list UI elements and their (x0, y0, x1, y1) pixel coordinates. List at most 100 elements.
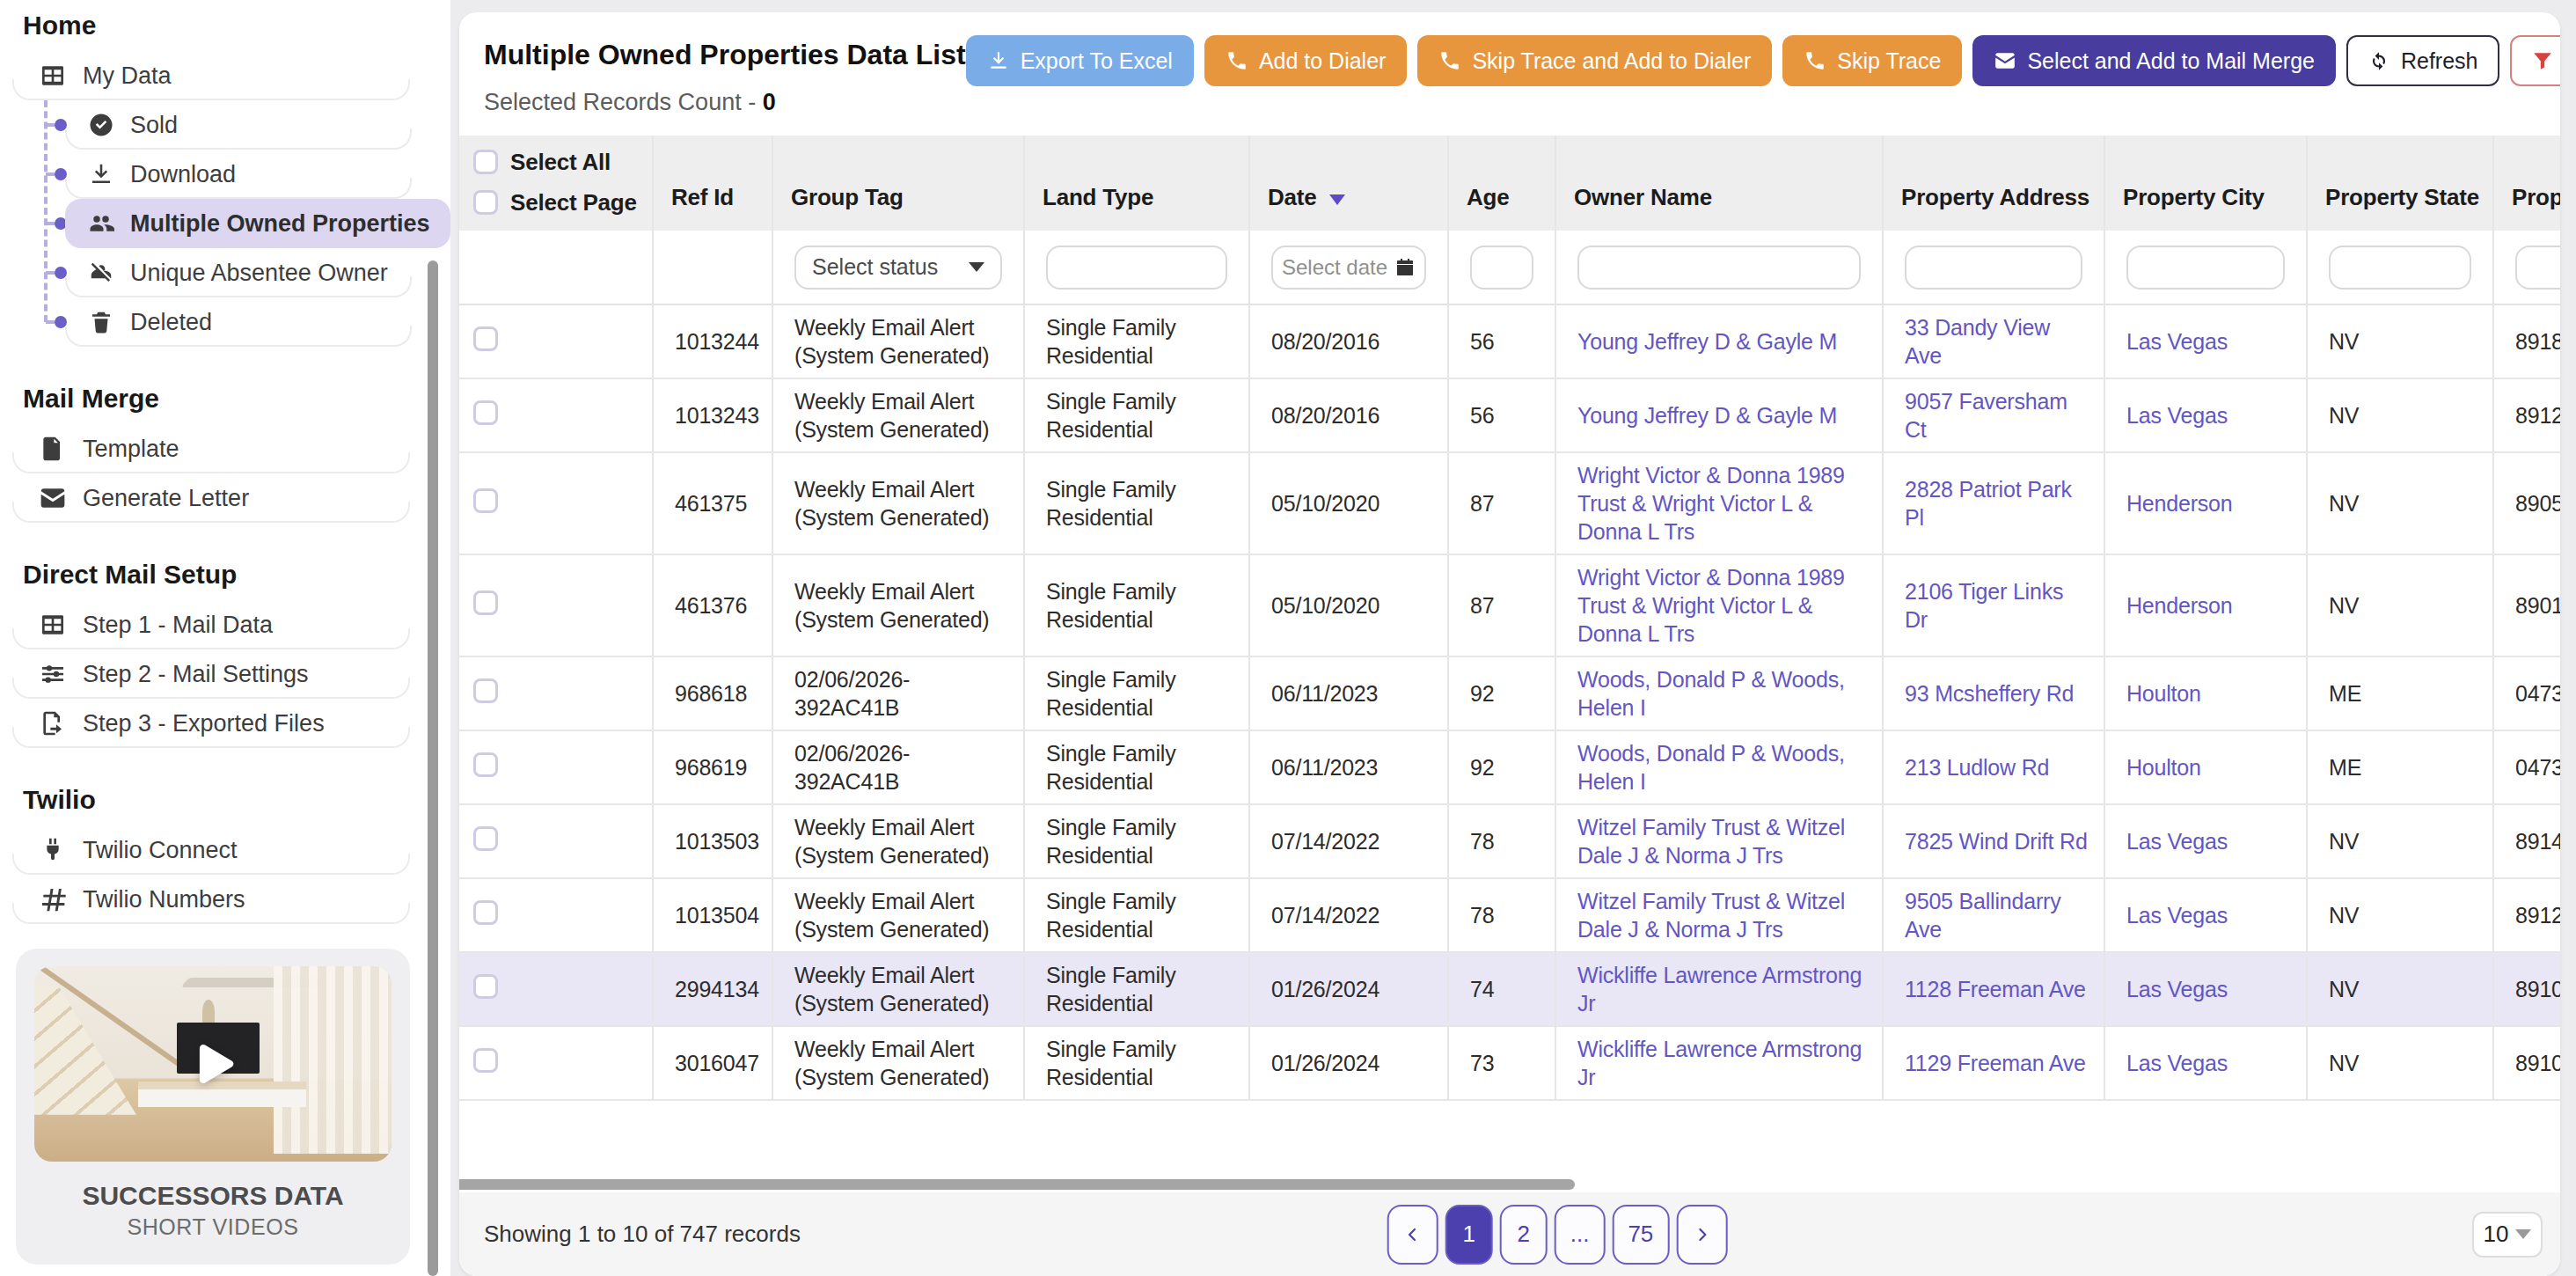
cell-land-type: Single Family Residential (1024, 878, 1249, 952)
row-checkbox[interactable] (473, 326, 498, 351)
property-city-link[interactable]: Las Vegas (2104, 878, 2307, 952)
column-header-date[interactable]: Date (1249, 136, 1448, 231)
property-city-link[interactable]: Las Vegas (2104, 378, 2307, 452)
sidebar-item-multiple-owned-properties[interactable]: Multiple Owned Properties (65, 199, 450, 248)
page-size-select[interactable]: 10 (2472, 1212, 2543, 1258)
owner-name-link[interactable]: Wickliffe Lawrence Armstrong Jr (1555, 1026, 1883, 1100)
property-city-link[interactable]: Las Vegas (2104, 304, 2307, 378)
column-header-age[interactable]: Age (1448, 136, 1555, 231)
row-checkbox[interactable] (473, 974, 498, 999)
sidebar-item-step-2-mail-settings[interactable]: Step 2 - Mail Settings (0, 649, 450, 699)
phone-icon (1804, 49, 1826, 72)
property-address-link[interactable]: 9057 Faversham Ct (1883, 378, 2104, 452)
cell-date: 08/20/2016 (1249, 304, 1448, 378)
page-button-75[interactable]: 75 (1612, 1205, 1669, 1265)
property-address-link[interactable]: 33 Dandy View Ave (1883, 304, 2104, 378)
select-page-checkbox[interactable] (473, 190, 498, 215)
owner-name-link[interactable]: Young Jeffrey D & Gayle M (1555, 378, 1883, 452)
select-and-add-to-mail-merge-button[interactable]: Select and Add to Mail Merge (1972, 35, 2336, 86)
property-address-link[interactable]: 2106 Tiger Links Dr (1883, 554, 2104, 656)
row-checkbox[interactable] (473, 752, 498, 777)
property-city-link[interactable]: Henderson (2104, 452, 2307, 554)
sidebar-item-unique-absentee-owner[interactable]: Unique Absentee Owner (65, 248, 450, 297)
sidebar-item-generate-letter[interactable]: Generate Letter (0, 473, 450, 523)
row-checkbox[interactable] (473, 400, 498, 425)
owner-name-link[interactable]: Young Jeffrey D & Gayle M (1555, 304, 1883, 378)
sidebar-item-step-3-exported-files[interactable]: Step 3 - Exported Files (0, 699, 450, 748)
property-state-filter-input[interactable] (2329, 246, 2471, 290)
skip-trace-button[interactable]: Skip Trace (1782, 35, 1962, 86)
next-page-button[interactable] (1676, 1205, 1727, 1265)
row-checkbox[interactable] (473, 488, 498, 513)
row-checkbox[interactable] (473, 1048, 498, 1073)
owner-name-link[interactable]: Witzel Family Trust & Witzel Dale J & No… (1555, 878, 1883, 952)
owner-name-link[interactable]: Woods, Donald P & Woods, Helen I (1555, 730, 1883, 804)
property-address-link[interactable]: 2828 Patriot Park Pl (1883, 452, 2104, 554)
horizontal-scrollbar[interactable] (459, 1179, 1575, 1190)
property-address-link[interactable]: 7825 Wind Drift Rd (1883, 804, 2104, 878)
property-city-link[interactable]: Houlton (2104, 656, 2307, 730)
property-zip-filter-input[interactable] (2515, 246, 2560, 290)
sidebar-item-deleted[interactable]: Deleted (65, 297, 450, 347)
sidebar-item-download[interactable]: Download (65, 150, 450, 199)
property-address-link[interactable]: 93 Mcsheffery Rd (1883, 656, 2104, 730)
property-city-link[interactable]: Las Vegas (2104, 952, 2307, 1026)
owner-name-link[interactable]: Wright Victor & Donna 1989 Trust & Wrigh… (1555, 452, 1883, 554)
refresh-button[interactable]: Refresh (2346, 35, 2499, 86)
phone-icon (1226, 49, 1248, 72)
cell-date: 06/11/2023 (1249, 730, 1448, 804)
owner-name-link[interactable]: Woods, Donald P & Woods, Helen I (1555, 656, 1883, 730)
property-city-link[interactable]: Las Vegas (2104, 1026, 2307, 1100)
sidebar-item-my-data[interactable]: My Data (0, 51, 450, 100)
property-address-filter-input[interactable] (1905, 246, 2082, 290)
reset-filters-button[interactable]: Reset Filters (2510, 35, 2561, 86)
age-filter-input[interactable] (1470, 246, 1533, 290)
play-icon[interactable] (184, 1035, 242, 1093)
video-thumbnail[interactable] (34, 966, 392, 1162)
sidebar-scrollbar[interactable] (428, 260, 438, 1276)
owner-name-link[interactable]: Witzel Family Trust & Witzel Dale J & No… (1555, 804, 1883, 878)
property-address-link[interactable]: 9505 Ballindarry Ave (1883, 878, 2104, 952)
column-header-owner-name[interactable]: Owner Name (1555, 136, 1883, 231)
page-button--[interactable]: ... (1555, 1205, 1606, 1265)
owner-name-link[interactable]: Wright Victor & Donna 1989 Trust & Wrigh… (1555, 554, 1883, 656)
file-icon (39, 435, 67, 463)
column-header-property-state[interactable]: Property State (2307, 136, 2493, 231)
add-to-dialer-button[interactable]: Add to Dialer (1204, 35, 1408, 86)
column-header-property-city[interactable]: Property City (2104, 136, 2307, 231)
page-button-2[interactable]: 2 (1500, 1205, 1548, 1265)
land-type-filter-input[interactable] (1046, 246, 1227, 290)
sidebar-item-step-1-mail-data[interactable]: Step 1 - Mail Data (0, 600, 450, 649)
property-address-link[interactable]: 1128 Freeman Ave (1883, 952, 2104, 1026)
sidebar-item-twilio-connect[interactable]: Twilio Connect (0, 825, 450, 875)
property-city-link[interactable]: Houlton (2104, 730, 2307, 804)
sidebar-item-sold[interactable]: Sold (65, 100, 450, 150)
date-filter-input[interactable]: Select date (1271, 246, 1426, 290)
people-icon (88, 210, 114, 237)
export-to-excel-button[interactable]: Export To Excel (966, 35, 1194, 86)
property-city-link[interactable]: Henderson (2104, 554, 2307, 656)
property-city-filter-input[interactable] (2126, 246, 2285, 290)
select-all-checkbox[interactable] (473, 150, 498, 174)
group-tag-filter-select[interactable]: Select status (794, 246, 1002, 290)
row-checkbox[interactable] (473, 826, 498, 851)
row-checkbox[interactable] (473, 900, 498, 925)
column-header-group-tag[interactable]: Group Tag (772, 136, 1024, 231)
previous-page-button[interactable] (1387, 1205, 1438, 1265)
sidebar-item-template[interactable]: Template (0, 424, 450, 473)
owner-name-filter-input[interactable] (1577, 246, 1861, 290)
column-header-ref-id[interactable]: Ref Id (653, 136, 772, 231)
column-header-property-address[interactable]: Property Address (1883, 136, 2104, 231)
column-header-prope[interactable]: Prope (2493, 136, 2560, 231)
page-button-1[interactable]: 1 (1445, 1205, 1493, 1265)
sidebar-item-twilio-numbers[interactable]: Twilio Numbers (0, 875, 450, 924)
property-address-link[interactable]: 1129 Freeman Ave (1883, 1026, 2104, 1100)
column-header-land-type[interactable]: Land Type (1024, 136, 1249, 231)
cell-land-type: Single Family Residential (1024, 952, 1249, 1026)
owner-name-link[interactable]: Wickliffe Lawrence Armstrong Jr (1555, 952, 1883, 1026)
skip-trace-and-add-to-dialer-button[interactable]: Skip Trace and Add to Dialer (1417, 35, 1772, 86)
row-checkbox[interactable] (473, 590, 498, 615)
property-city-link[interactable]: Las Vegas (2104, 804, 2307, 878)
row-checkbox[interactable] (473, 678, 498, 703)
property-address-link[interactable]: 213 Ludlow Rd (1883, 730, 2104, 804)
